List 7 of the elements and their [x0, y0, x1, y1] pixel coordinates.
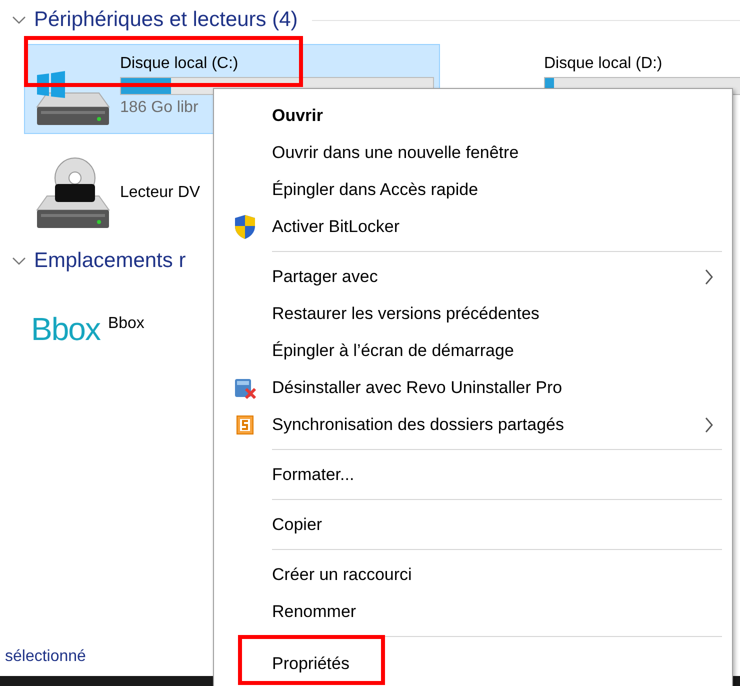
status-text: sélectionné — [5, 648, 86, 666]
drive-name: Lecteur DV — [120, 184, 200, 202]
free-space: 186 Go libr — [120, 99, 198, 117]
bbox-logo: Bbox — [31, 313, 100, 345]
network-name: Bbox — [108, 314, 144, 333]
drive-name: Disque local (D:) — [544, 55, 662, 73]
drive-name: Disque local (C:) — [120, 55, 238, 73]
